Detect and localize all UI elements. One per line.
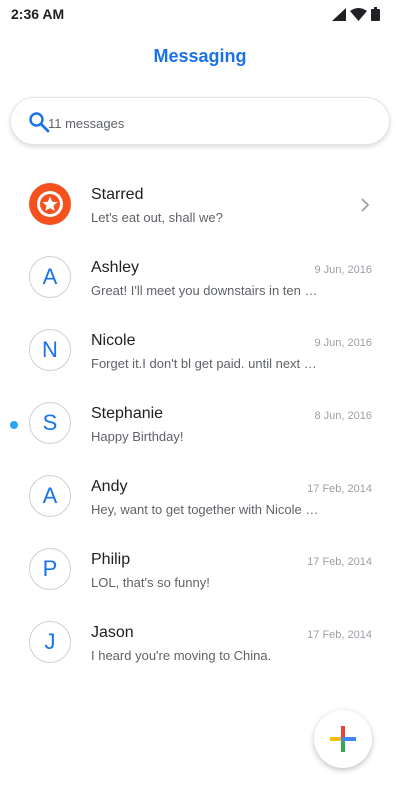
conversation-row[interactable]: J Jason I heard you're moving to China. … [0,608,400,681]
contact-name: Andy [91,478,128,495]
avatar: S [29,402,71,444]
messaging-screen: 2:36 AM Messaging 11 messages Starred Le… [0,0,400,800]
conversation-row[interactable]: N Nicole Forget it.I don't bl get paid. … [0,316,400,389]
search-input[interactable] [48,112,368,134]
contact-name: Jason [91,624,134,641]
avatar: P [29,548,71,590]
message-snippet: Let's eat out, shall we? [91,210,223,225]
new-message-button[interactable] [314,710,372,768]
message-date: 17 Feb, 2014 [307,483,372,495]
page-title: Messaging [153,46,247,66]
status-bar: 2:36 AM [0,0,400,28]
starred-avatar [29,183,71,225]
signal-icon [332,7,346,21]
conversation-row[interactable]: A Ashley Great! I'll meet you downstairs… [0,243,400,316]
conversation-row[interactable]: S Stephanie Happy Birthday! 8 Jun, 2016 [0,389,400,462]
message-snippet: I heard you're moving to China. [91,648,272,663]
conversation-row[interactable]: A Andy Hey, want to get together with Ni… [0,462,400,535]
avatar: J [29,621,71,663]
contact-name: Philip [91,551,131,568]
message-date: 9 Jun, 2016 [314,337,373,349]
message-date: 17 Feb, 2014 [307,556,372,568]
status-time: 2:36 AM [11,6,65,22]
conversation-row-starred[interactable]: Starred Let's eat out, shall we? [0,170,400,243]
message-snippet: Hey, want to get together with Nicole … [91,502,319,517]
conversation-list: Starred Let's eat out, shall we? A Ashle… [0,170,400,681]
search-icon[interactable] [28,111,50,133]
avatar: A [29,475,71,517]
chevron-right-icon[interactable] [360,197,370,213]
avatar: N [29,329,71,371]
contact-name: Stephanie [91,405,164,422]
message-date: 8 Jun, 2016 [314,410,373,422]
message-date: 9 Jun, 2016 [314,264,373,276]
contact-name: Nicole [91,332,136,349]
message-snippet: Forget it.I don't bl get paid. until nex… [91,356,323,371]
search-bar[interactable] [10,97,390,145]
contact-name: Starred [91,186,144,203]
avatar: A [29,256,71,298]
conversation-row[interactable]: P Philip LOL, that's so funny! 17 Feb, 2… [0,535,400,608]
unread-indicator [10,421,18,429]
message-snippet: Happy Birthday! [91,429,184,444]
status-icons [332,7,380,21]
contact-name: Ashley [91,259,140,276]
message-snippet: LOL, that's so funny! [91,575,210,590]
star-icon [37,191,63,217]
battery-icon [371,7,380,21]
plus-icon [330,726,356,752]
wifi-icon [350,7,367,21]
message-date: 17 Feb, 2014 [307,629,372,641]
message-snippet: Great! I'll meet you downstairs in ten … [91,283,318,298]
